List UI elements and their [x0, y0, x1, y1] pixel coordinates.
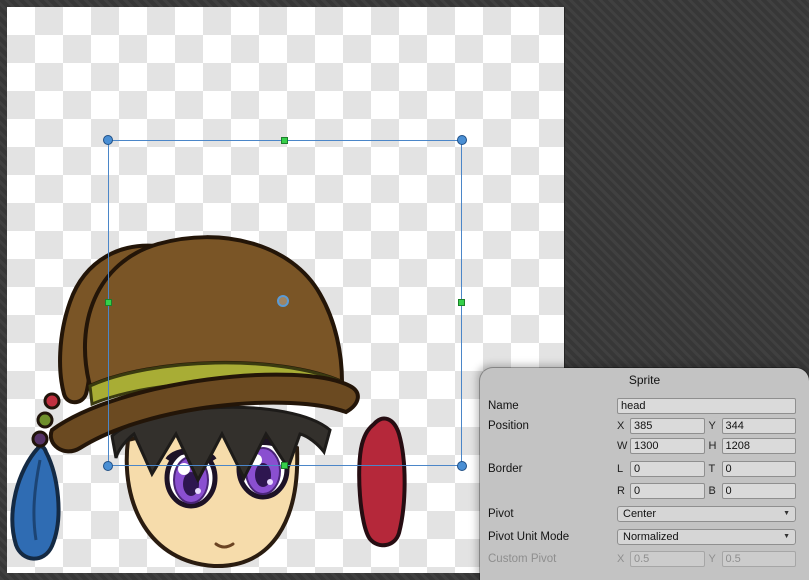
custom-pivot-y-axis-label: Y: [709, 553, 718, 565]
pivot-unit-mode-dropdown[interactable]: Normalized ▼: [617, 529, 796, 545]
l-axis-label: L: [617, 463, 626, 475]
bead-purple: [33, 432, 47, 446]
pivot-unit-mode-row: Pivot Unit Mode Normalized ▼: [488, 528, 796, 545]
sprite-editor-window: Sprite Name Position X Y W H: [0, 0, 809, 580]
custom-pivot-row: Custom Pivot X Y: [488, 550, 796, 567]
selection-handle-right-mid[interactable]: [458, 299, 465, 306]
border-b-input[interactable]: [722, 483, 797, 499]
selection-handle-bottom-left[interactable]: [103, 461, 113, 471]
border-r-input[interactable]: [630, 483, 705, 499]
y-axis-label: Y: [709, 420, 718, 432]
position-xy-row: Position X Y: [488, 417, 796, 434]
r-axis-label: R: [617, 485, 626, 497]
pivot-row: Pivot Center ▼: [488, 505, 796, 522]
pivot-unit-mode-dropdown-value: Normalized: [623, 531, 679, 543]
selection-handle-left-mid[interactable]: [105, 299, 112, 306]
custom-pivot-y-input: [722, 551, 797, 567]
w-axis-label: W: [617, 440, 626, 452]
border-label: Border: [488, 463, 617, 475]
bead-green: [38, 413, 52, 427]
pivot-dropdown-value: Center: [623, 508, 656, 520]
selection-handle-top-right[interactable]: [457, 135, 467, 145]
position-wh-row: W H: [488, 437, 796, 454]
custom-pivot-label: Custom Pivot: [488, 553, 617, 565]
position-y-input[interactable]: [722, 418, 797, 434]
x-axis-label: X: [617, 420, 626, 432]
name-label: Name: [488, 400, 617, 412]
border-lt-row: Border L T: [488, 460, 796, 477]
panel-title: Sprite: [480, 373, 809, 387]
sprite-selection-rect[interactable]: [108, 140, 462, 466]
border-l-input[interactable]: [630, 461, 705, 477]
custom-pivot-x-input: [630, 551, 705, 567]
bead-red: [45, 394, 59, 408]
name-input[interactable]: [617, 398, 796, 414]
selection-handle-top-left[interactable]: [103, 135, 113, 145]
pivot-label: Pivot: [488, 508, 617, 520]
position-x-input[interactable]: [630, 418, 705, 434]
selection-handle-top-mid[interactable]: [281, 137, 288, 144]
position-label: Position: [488, 420, 617, 432]
selection-handle-bottom-mid[interactable]: [281, 462, 288, 469]
b-axis-label: B: [709, 485, 718, 497]
width-input[interactable]: [630, 438, 705, 454]
height-input[interactable]: [722, 438, 797, 454]
t-axis-label: T: [709, 463, 718, 475]
chevron-down-icon: ▼: [783, 533, 790, 540]
pivot-handle[interactable]: [277, 295, 289, 307]
name-row: Name: [488, 397, 796, 414]
sprite-inspector-panel: Sprite Name Position X Y W H: [480, 368, 809, 580]
border-rb-row: R B: [488, 482, 796, 499]
border-t-input[interactable]: [722, 461, 797, 477]
chevron-down-icon: ▼: [783, 510, 790, 517]
custom-pivot-x-axis-label: X: [617, 553, 626, 565]
selection-handle-bottom-right[interactable]: [457, 461, 467, 471]
h-axis-label: H: [709, 440, 718, 452]
pivot-dropdown[interactable]: Center ▼: [617, 506, 796, 522]
pivot-unit-mode-label: Pivot Unit Mode: [488, 531, 617, 543]
